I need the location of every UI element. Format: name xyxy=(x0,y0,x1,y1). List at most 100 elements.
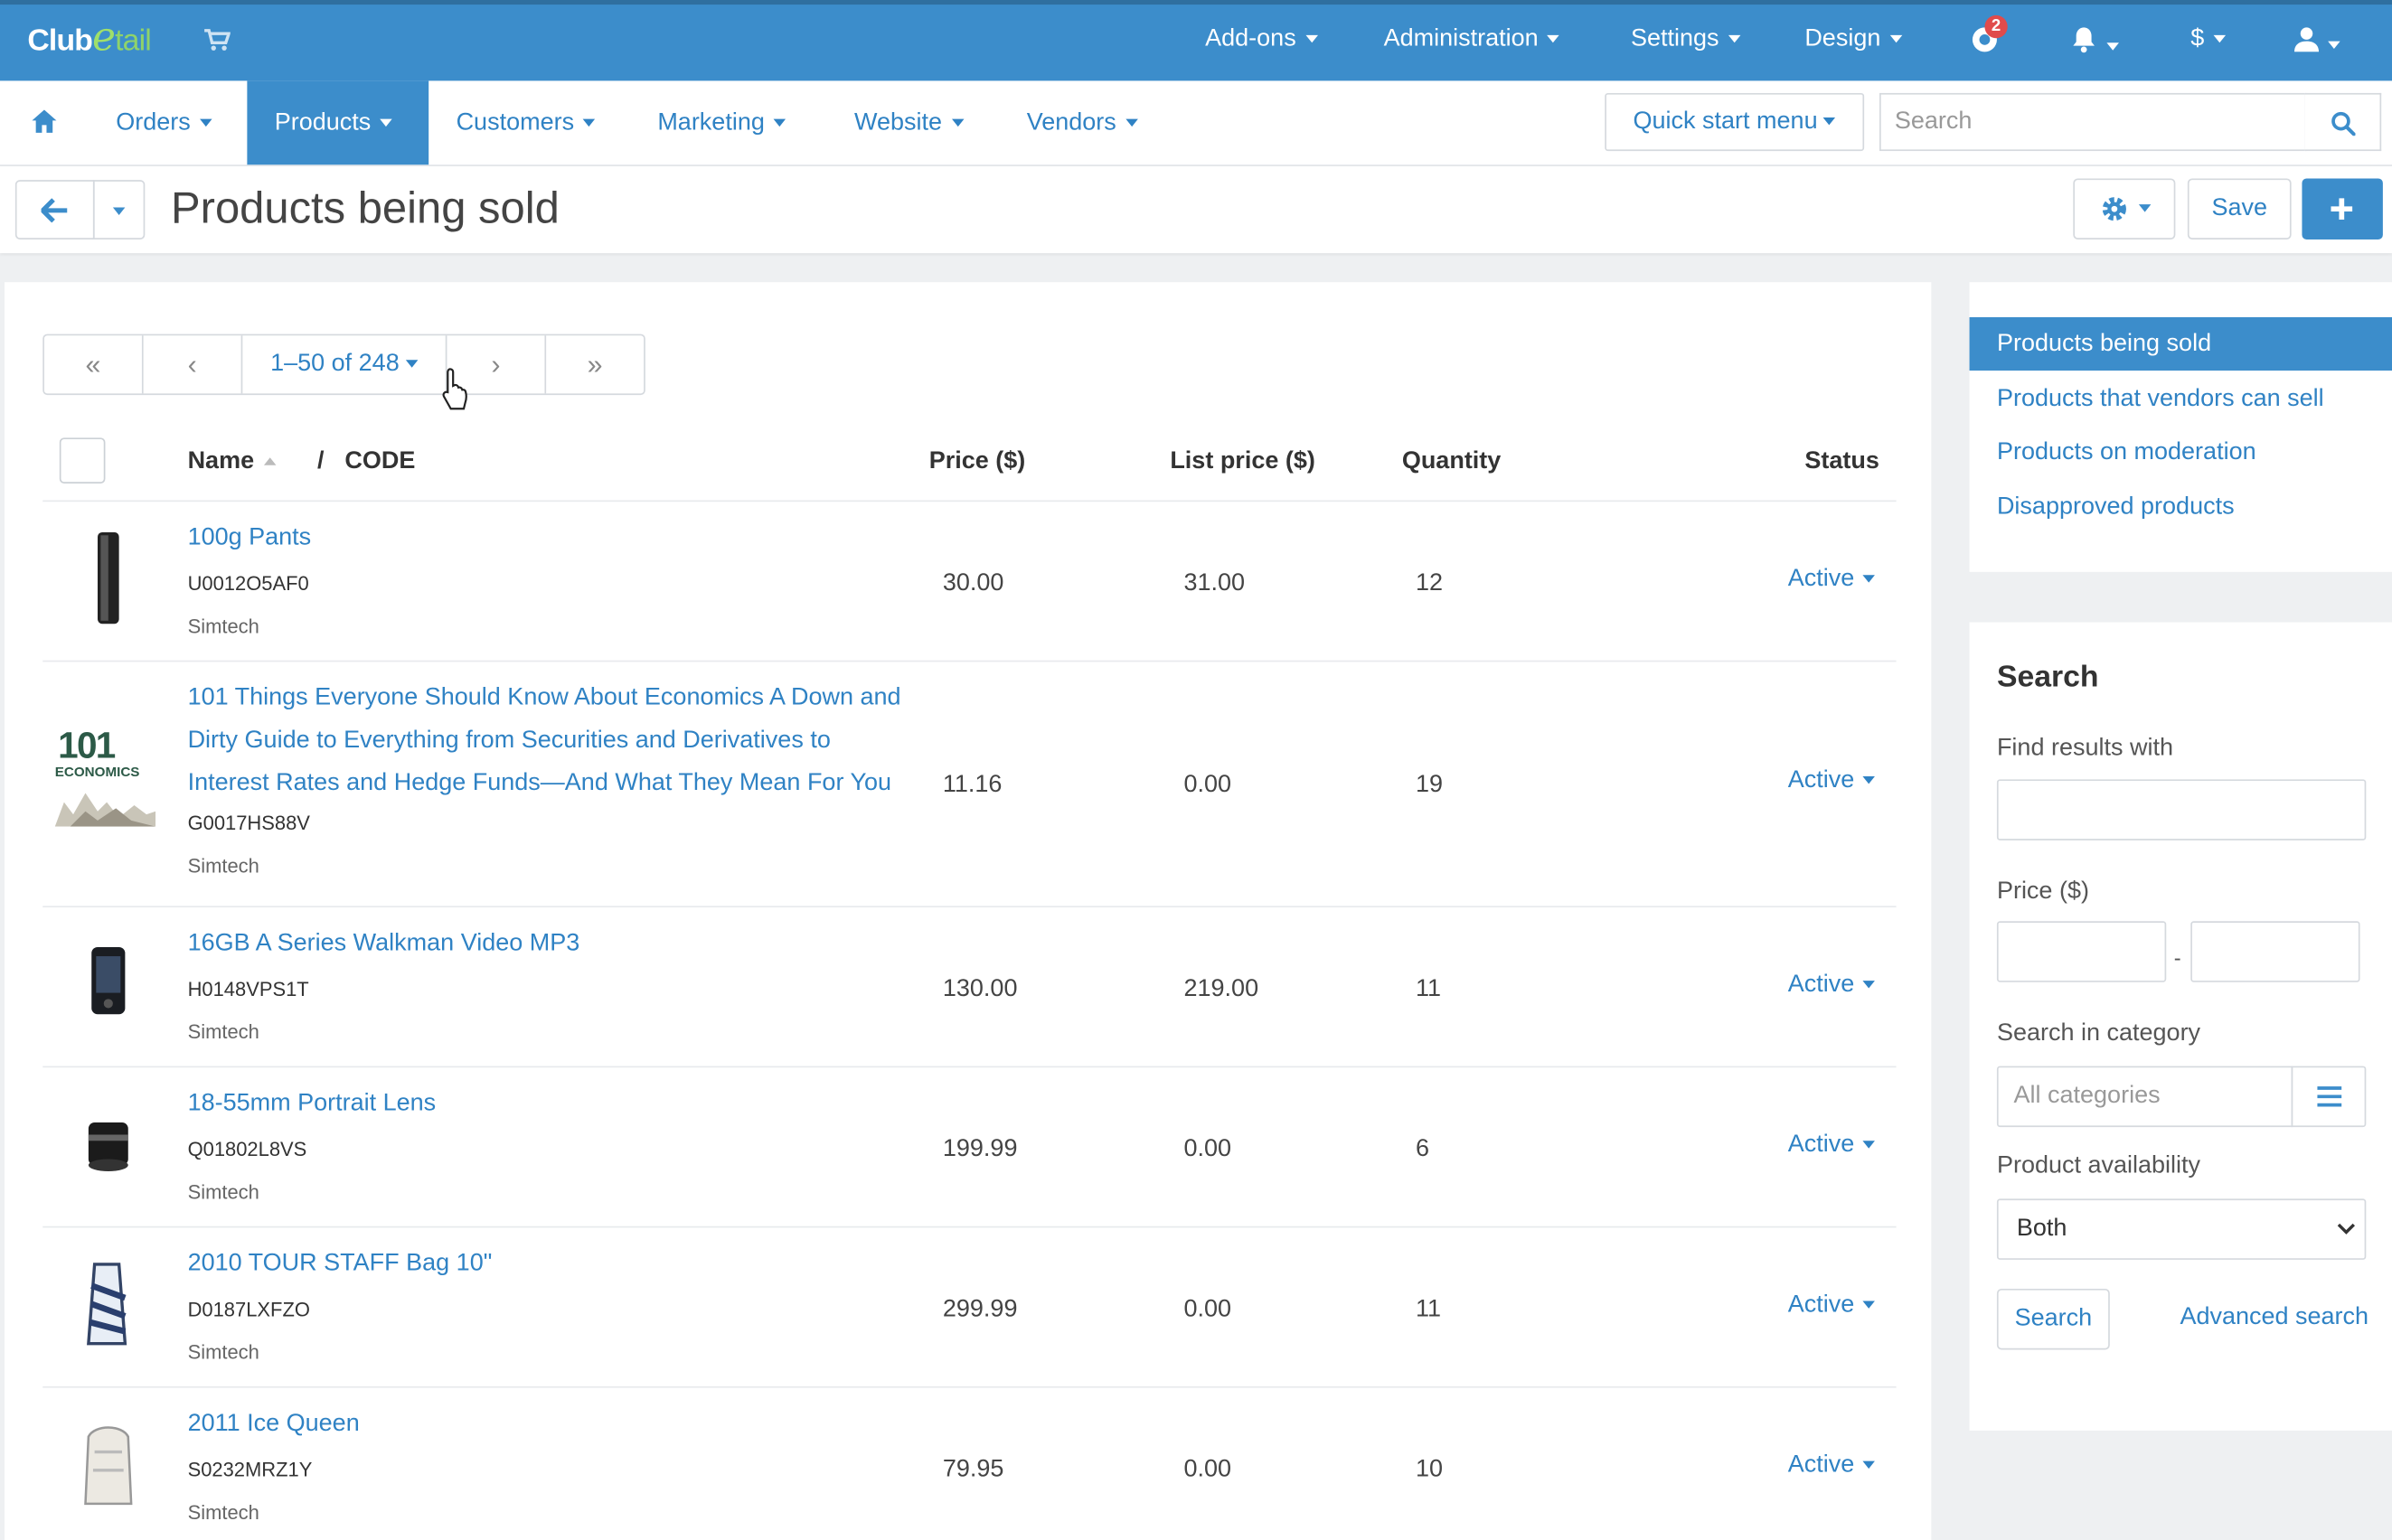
product-thumbnail[interactable] xyxy=(55,530,162,636)
back-dropdown-button[interactable] xyxy=(92,180,146,239)
availability-select[interactable]: Both xyxy=(1996,1198,2367,1260)
pager-first-button[interactable]: « xyxy=(44,335,144,394)
product-thumbnail[interactable] xyxy=(55,934,162,1041)
product-price[interactable]: 299.99 xyxy=(943,1296,1018,1323)
bell-menu[interactable] xyxy=(2070,26,2119,61)
product-name-link[interactable]: 18-55mm Portrait Lens xyxy=(188,1083,905,1125)
product-quantity[interactable]: 11 xyxy=(1416,976,1441,1003)
product-name-link[interactable]: 2011 Ice Queen xyxy=(188,1404,905,1446)
status-dropdown[interactable]: Active xyxy=(1787,766,1875,794)
header-list-price[interactable]: List price ($) xyxy=(1170,448,1315,475)
table-row: 100g Pants U0012O5AF0 Simtech 30.00 31.0… xyxy=(42,502,1897,662)
nav-marketing[interactable]: Marketing xyxy=(630,80,814,164)
view-products-being-sold[interactable]: Products being sold xyxy=(1969,317,2392,371)
menu-design[interactable]: Design xyxy=(1804,26,1902,53)
pager-range-dropdown[interactable]: 1–50 of 248 xyxy=(242,335,447,394)
nav-website[interactable]: Website xyxy=(827,80,991,164)
product-list-price[interactable]: 0.00 xyxy=(1184,772,1232,799)
nav-products[interactable]: Products xyxy=(247,80,429,165)
view-vendor-sellable[interactable]: Products that vendors can sell xyxy=(1970,372,2392,426)
save-button[interactable]: Save xyxy=(2187,178,2292,239)
status-dropdown[interactable]: Active xyxy=(1788,1132,1875,1159)
book-cover-title: ECONOMICS xyxy=(54,764,140,780)
price-to-input[interactable] xyxy=(2190,921,2360,982)
product-name-link[interactable]: 2010 TOUR STAFF Bag 10" xyxy=(188,1243,905,1285)
category-picker-button[interactable] xyxy=(2291,1066,2367,1128)
chevron-down-icon xyxy=(199,119,212,127)
find-results-input[interactable] xyxy=(1996,779,2367,840)
search-submit-button[interactable]: Search xyxy=(1996,1288,2110,1350)
header-name-label: Name xyxy=(187,448,255,474)
screen: Clubetail Add-ons Administration Setting… xyxy=(0,0,2392,1540)
product-list-price[interactable]: 0.00 xyxy=(1184,1296,1232,1323)
status-dropdown[interactable]: Active xyxy=(1788,566,1875,593)
product-price[interactable]: 199.99 xyxy=(943,1136,1018,1163)
status-dropdown[interactable]: Active xyxy=(1788,972,1875,999)
saved-views-panel: Products being sold Products that vendor… xyxy=(1969,282,2392,572)
header-status[interactable]: Status xyxy=(1804,448,1879,475)
product-name-link[interactable]: 16GB A Series Walkman Video MP3 xyxy=(188,923,905,965)
cart-icon[interactable] xyxy=(202,27,231,59)
product-quantity[interactable]: 12 xyxy=(1416,570,1443,597)
menu-settings-label: Settings xyxy=(1630,25,1719,52)
category-input[interactable]: All categories xyxy=(1996,1066,2293,1128)
view-on-moderation[interactable]: Products on moderation xyxy=(1970,426,2392,479)
top-search-button[interactable] xyxy=(2304,92,2382,152)
chevron-down-icon xyxy=(2106,42,2119,52)
header-code[interactable]: CODE xyxy=(344,448,415,475)
product-code: S0232MRZ1Y xyxy=(187,1458,313,1481)
product-vendor: Simtech xyxy=(187,1019,259,1044)
view-disapproved[interactable]: Disapproved products xyxy=(1970,481,2392,534)
home-icon[interactable] xyxy=(31,108,58,142)
logo-tail: tail xyxy=(115,24,152,59)
product-name-link[interactable]: 101 Things Everyone Should Know About Ec… xyxy=(188,677,905,805)
top-search-input[interactable]: Search xyxy=(1879,92,2307,152)
product-name-link[interactable]: 100g Pants xyxy=(188,517,905,559)
header-name[interactable]: Name xyxy=(188,448,276,475)
product-price[interactable]: 11.16 xyxy=(943,772,1003,799)
logo[interactable]: Clubetail xyxy=(27,15,151,61)
pager-prev-button[interactable]: ‹ xyxy=(144,335,243,394)
nav-orders[interactable]: Orders xyxy=(89,80,240,164)
pager-last-button[interactable]: » xyxy=(546,335,644,393)
product-price[interactable]: 130.00 xyxy=(943,976,1018,1003)
add-product-button[interactable] xyxy=(2302,178,2383,239)
select-all-checkbox[interactable] xyxy=(59,437,106,484)
product-quantity[interactable]: 19 xyxy=(1416,772,1443,799)
notifications[interactable]: 2 xyxy=(1970,14,2008,62)
product-price[interactable]: 79.95 xyxy=(943,1457,1004,1484)
settings-dropdown-button[interactable] xyxy=(2073,178,2176,239)
product-list-price[interactable]: 31.00 xyxy=(1184,570,1246,597)
product-vendor: Simtech xyxy=(187,854,259,878)
top-bar: Clubetail Add-ons Administration Setting… xyxy=(0,0,2392,81)
product-thumbnail[interactable] xyxy=(55,1095,162,1202)
menu-settings[interactable]: Settings xyxy=(1630,25,1741,53)
nav-vendors[interactable]: Vendors xyxy=(999,80,1164,164)
header-price[interactable]: Price ($) xyxy=(929,448,1026,475)
product-list-price[interactable]: 219.00 xyxy=(1184,976,1259,1003)
nav-customers[interactable]: Customers xyxy=(428,80,623,164)
product-list-price[interactable]: 0.00 xyxy=(1184,1136,1232,1163)
price-from-input[interactable] xyxy=(1996,921,2167,982)
product-list-price[interactable]: 0.00 xyxy=(1184,1457,1232,1484)
product-quantity[interactable]: 11 xyxy=(1416,1296,1441,1323)
back-button[interactable] xyxy=(14,180,95,239)
product-price[interactable]: 30.00 xyxy=(943,570,1004,597)
product-thumbnail[interactable]: 101 ECONOMICS xyxy=(54,726,162,832)
status-dropdown[interactable]: Active xyxy=(1788,1291,1875,1319)
quick-start-menu-button[interactable]: Quick start menu xyxy=(1605,92,1865,152)
search-panel: Search Find results with Price ($) - Sea… xyxy=(1969,622,2392,1431)
status-dropdown[interactable]: Active xyxy=(1788,1452,1875,1479)
currency-menu[interactable]: $ xyxy=(2190,26,2226,53)
product-quantity[interactable]: 10 xyxy=(1416,1457,1443,1484)
product-quantity[interactable]: 6 xyxy=(1416,1136,1429,1163)
menu-addons[interactable]: Add-ons xyxy=(1205,25,1318,53)
menu-addons-label: Add-ons xyxy=(1205,25,1296,52)
product-thumbnail[interactable] xyxy=(55,1255,162,1362)
user-menu[interactable] xyxy=(2294,26,2340,60)
advanced-search-link[interactable]: Advanced search xyxy=(2180,1304,2368,1331)
menu-administration[interactable]: Administration xyxy=(1384,26,1560,53)
product-thumbnail[interactable] xyxy=(55,1415,162,1522)
status-label: Active xyxy=(1787,766,1855,793)
header-quantity[interactable]: Quantity xyxy=(1402,448,1502,475)
